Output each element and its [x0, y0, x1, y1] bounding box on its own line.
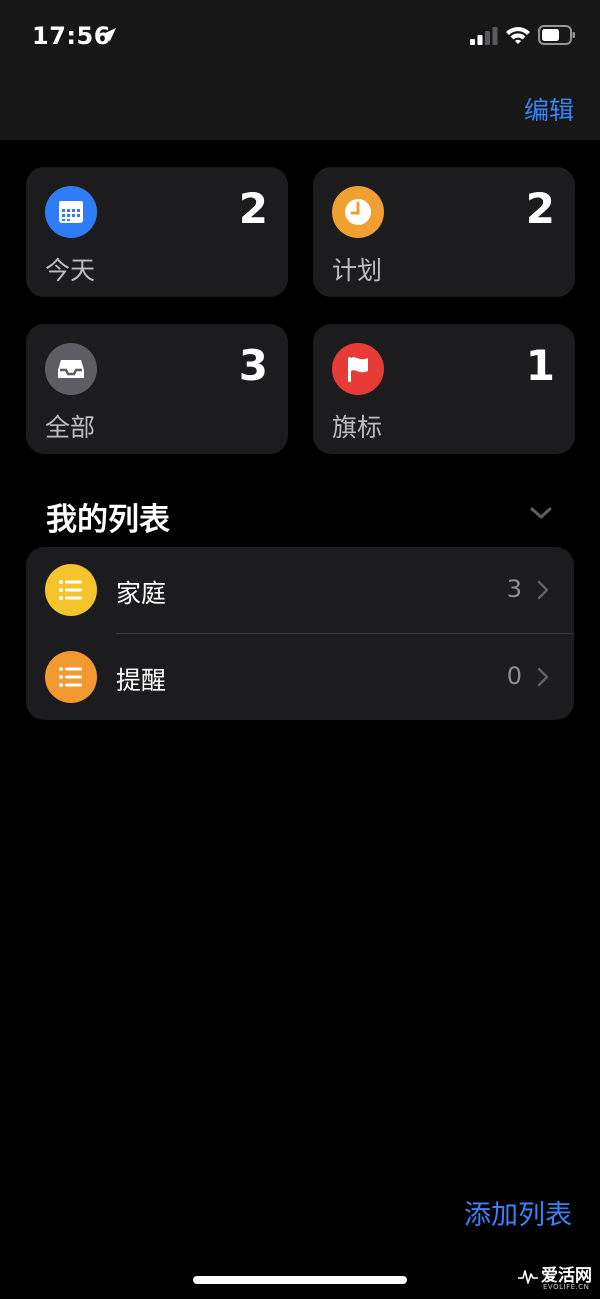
chevron-right-icon	[537, 667, 549, 687]
pulse-logo-icon	[518, 1270, 538, 1284]
edit-button[interactable]: 编辑	[524, 91, 574, 127]
smart-list-today[interactable]: 2 今天	[26, 167, 288, 297]
flagged-label: 旗标	[332, 413, 383, 442]
list-item-family[interactable]: 家庭 3	[26, 547, 574, 634]
list-item-count: 0	[506, 662, 522, 690]
list-item-label: 提醒	[116, 666, 167, 695]
list-item-label: 家庭	[116, 579, 167, 608]
list-item-reminders[interactable]: 提醒 0	[26, 634, 574, 720]
wifi-icon	[506, 27, 530, 44]
all-label: 全部	[45, 413, 96, 442]
chevron-down-icon[interactable]	[528, 502, 554, 524]
list-item-count: 3	[506, 575, 522, 603]
all-count: 3	[238, 341, 268, 390]
clock-icon	[332, 186, 384, 238]
watermark: 爱活网 EVOLIFE.CN	[517, 1262, 599, 1294]
scheduled-count: 2	[525, 184, 555, 233]
location-arrow-icon	[102, 28, 116, 42]
scheduled-label: 计划	[332, 256, 383, 285]
smart-list-flagged[interactable]: 1 旗标	[313, 324, 575, 454]
battery-icon	[538, 25, 575, 45]
cellular-signal-icon	[470, 27, 498, 45]
status-time: 17:56	[32, 22, 111, 50]
calendar-icon	[45, 186, 97, 238]
list-icon	[45, 651, 97, 703]
navigation-bar: 编辑	[0, 74, 600, 140]
smart-list-all[interactable]: 3 全部	[26, 324, 288, 454]
flag-icon	[332, 343, 384, 395]
watermark-site: EVOLIFE.CN	[543, 1283, 590, 1291]
list-icon	[45, 564, 97, 616]
my-lists-title: 我的列表	[46, 502, 170, 538]
chevron-right-icon	[537, 580, 549, 600]
today-label: 今天	[45, 256, 96, 285]
my-lists-group: 家庭 3 提醒 0	[26, 547, 574, 720]
home-indicator[interactable]	[193, 1276, 407, 1284]
status-bar: 17:56	[0, 0, 600, 74]
add-list-button[interactable]: 添加列表	[464, 1193, 572, 1232]
smart-list-scheduled[interactable]: 2 计划	[313, 167, 575, 297]
today-count: 2	[238, 184, 268, 233]
flagged-count: 1	[525, 341, 555, 390]
tray-icon	[45, 343, 97, 395]
